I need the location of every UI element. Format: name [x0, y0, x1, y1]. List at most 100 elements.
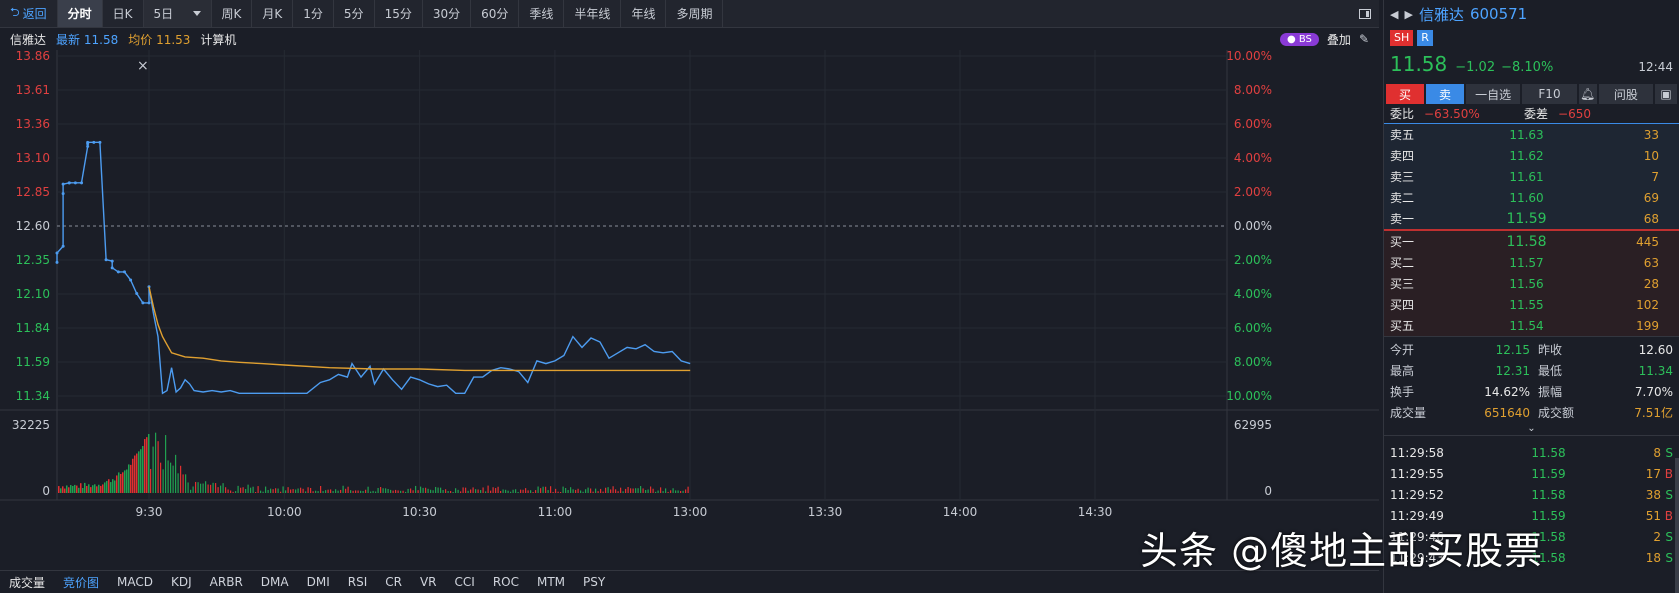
- tab-yearly[interactable]: 年线: [621, 0, 667, 27]
- indicator-tab-vr[interactable]: VR: [411, 575, 446, 589]
- indicator-tab-psy[interactable]: PSY: [574, 575, 614, 589]
- volume-bar: [645, 490, 647, 493]
- book-row[interactable]: 卖四 11.62 10: [1384, 145, 1679, 166]
- ask-book: 卖五 11.63 33 卖四 11.62 10 卖三 11.61 7 卖二 11.60 69 卖一 11.…: [1384, 124, 1679, 229]
- auction-point: [122, 270, 126, 274]
- book-row[interactable]: 卖一 11.59 68: [1384, 208, 1679, 229]
- multi-day-select[interactable]: 5日: [143, 0, 212, 27]
- price-change-pct: −8.10%: [1501, 60, 1554, 75]
- book-row[interactable]: 买五 11.54 199: [1384, 315, 1679, 336]
- panel-toggle-icon[interactable]: [1359, 8, 1371, 19]
- indicator-tab-竞价图[interactable]: 竞价图: [54, 574, 108, 591]
- prev-stock-icon[interactable]: ◀: [1390, 8, 1398, 21]
- tab-15min[interactable]: 15分: [375, 0, 423, 27]
- book-row[interactable]: 买三 11.56 28: [1384, 273, 1679, 294]
- volume-bar: [232, 491, 234, 493]
- f10-button[interactable]: F10: [1522, 84, 1577, 104]
- indicator-tab-cci[interactable]: CCI: [446, 575, 484, 589]
- book-row[interactable]: 卖五 11.63 33: [1384, 124, 1679, 145]
- indicator-tab-kdj[interactable]: KDJ: [162, 575, 201, 589]
- volume-bar: [187, 482, 189, 493]
- chevron-down-icon[interactable]: ⌄: [1384, 424, 1679, 435]
- indicator-tab-mtm[interactable]: MTM: [528, 575, 574, 589]
- tab-quarterly[interactable]: 季线: [519, 0, 565, 27]
- tab-weekly-k[interactable]: 周K: [212, 0, 253, 27]
- indicator-tab-roc[interactable]: ROC: [484, 575, 528, 589]
- indicator-tab-rsi[interactable]: RSI: [339, 575, 377, 589]
- volume-bar: [267, 489, 269, 493]
- volume-bar: [512, 489, 514, 493]
- close-icon[interactable]: ×: [137, 58, 149, 74]
- tab-60min[interactable]: 60分: [471, 0, 520, 27]
- tab-daily-k[interactable]: 日K: [103, 0, 144, 27]
- price-tick-label: 12.10: [16, 287, 50, 301]
- volume-bar: [612, 486, 614, 493]
- pct-tick-label: 8.00%: [1234, 355, 1272, 369]
- volume-bar: [677, 490, 679, 493]
- volume-bar: [357, 490, 359, 493]
- volume-bar: [432, 490, 434, 493]
- volume-bar: [657, 490, 659, 493]
- volume-bar: [675, 490, 677, 493]
- volume-bar: [202, 483, 204, 493]
- book-row[interactable]: 卖三 11.61 7: [1384, 166, 1679, 187]
- tab-5min[interactable]: 5分: [334, 0, 375, 27]
- pct-tick-label: 10.00%: [1226, 50, 1272, 63]
- auction-point: [73, 181, 77, 185]
- tab-1min[interactable]: 1分: [293, 0, 334, 27]
- volume-bar: [146, 437, 148, 493]
- panel-stock-code: 600571: [1469, 5, 1528, 23]
- volume-bar: [492, 487, 494, 493]
- bs-toggle[interactable]: ● BS: [1279, 32, 1319, 46]
- auction-point: [147, 301, 151, 305]
- ask-stock-button[interactable]: 问股: [1598, 84, 1653, 104]
- volume-bar: [520, 489, 522, 493]
- volume-bar: [205, 481, 207, 493]
- book-row[interactable]: 卖二 11.60 69: [1384, 187, 1679, 208]
- price-lines: [55, 140, 691, 395]
- stock-name: 信雅达: [10, 32, 47, 47]
- indicator-tab-arbr[interactable]: ARBR: [201, 575, 252, 589]
- book-row[interactable]: 买一 11.58 445: [1384, 231, 1679, 252]
- pencil-icon[interactable]: ✎: [1359, 32, 1369, 46]
- window-icon[interactable]: ▣: [1654, 84, 1677, 104]
- price-tick-label: 11.84: [16, 321, 50, 335]
- back-button[interactable]: ⮌ 返回: [0, 0, 58, 27]
- volume-bar: [165, 435, 167, 493]
- volume-bar: [315, 490, 317, 493]
- tab-monthly-k[interactable]: 月K: [252, 0, 294, 27]
- volume-bar: [550, 486, 552, 493]
- add-watchlist-button[interactable]: 一自选: [1466, 84, 1521, 104]
- bell-icon[interactable]: 🔔︎: [1578, 84, 1597, 104]
- volume-bar: [297, 488, 299, 493]
- auction-point: [55, 260, 59, 264]
- volume-bar: [397, 490, 399, 493]
- indicator-tab-dmi[interactable]: DMI: [298, 575, 339, 589]
- pct-tick-label: 6.00%: [1234, 321, 1272, 335]
- volume-bar: [104, 482, 106, 493]
- sell-button[interactable]: 卖: [1426, 84, 1464, 104]
- tick-scrollbar[interactable]: [1675, 458, 1679, 593]
- volume-bar: [385, 488, 387, 493]
- buy-button[interactable]: 买: [1386, 84, 1424, 104]
- tab-intraday[interactable]: 分时: [57, 0, 103, 27]
- next-stock-icon[interactable]: ▶: [1404, 8, 1412, 21]
- auction-point: [135, 291, 139, 295]
- volume-bar: [430, 489, 432, 493]
- indicator-tab-macd[interactable]: MACD: [108, 575, 162, 589]
- indicator-tab-cr[interactable]: CR: [376, 575, 411, 589]
- tab-multi-period[interactable]: 多周期: [666, 0, 724, 27]
- tab-half-year[interactable]: 半年线: [564, 0, 622, 27]
- volume-bar: [126, 469, 128, 493]
- volume-bar: [687, 486, 689, 493]
- book-row[interactable]: 买二 11.57 63: [1384, 252, 1679, 273]
- overlay-button[interactable]: 叠加: [1327, 31, 1351, 48]
- indicator-tab-dma[interactable]: DMA: [252, 575, 298, 589]
- volume-bar: [347, 486, 349, 493]
- volume-bar: [212, 482, 214, 493]
- intraday-chart[interactable]: 13.86 13.61 13.36 13.10 12.85 12.60 12.35 12.10…: [0, 50, 1379, 570]
- tab-30min[interactable]: 30分: [423, 0, 472, 27]
- price-tick-label: 11.34: [16, 389, 50, 403]
- book-row[interactable]: 买四 11.55 102: [1384, 294, 1679, 315]
- indicator-tab-成交量[interactable]: 成交量: [0, 574, 54, 591]
